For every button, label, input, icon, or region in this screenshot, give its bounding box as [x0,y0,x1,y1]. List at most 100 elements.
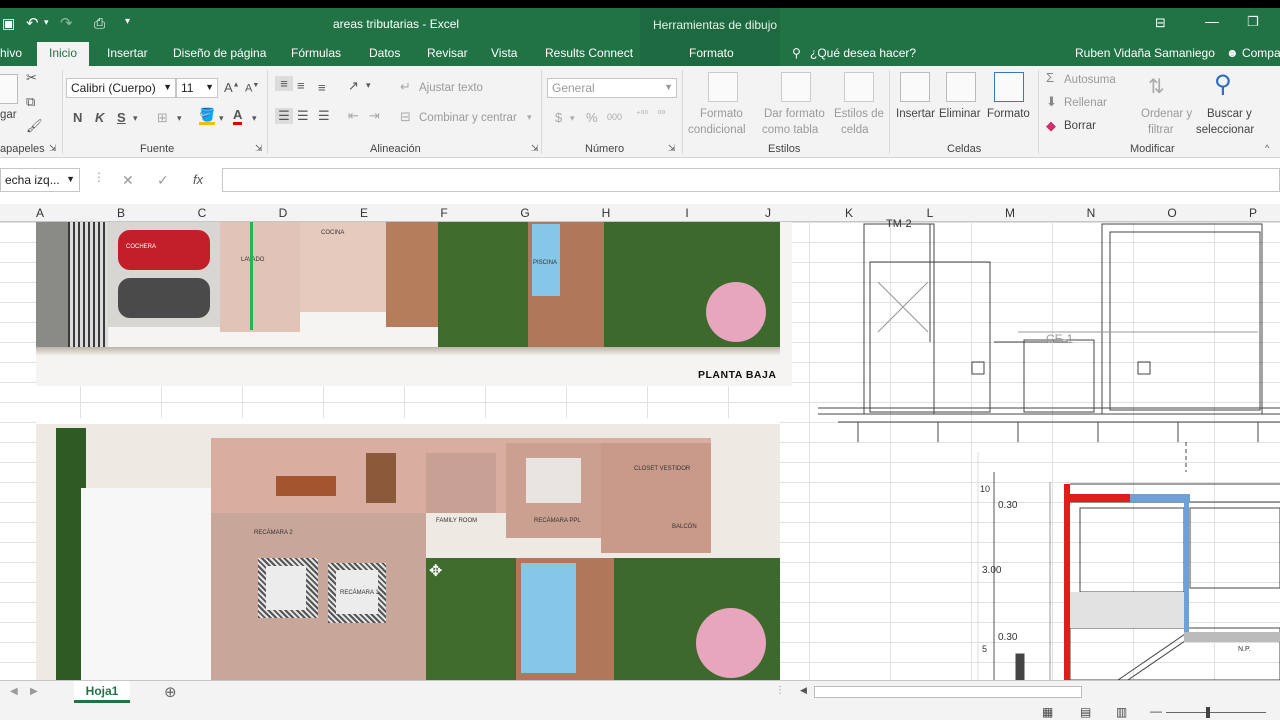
merge-center-button[interactable]: Combinar y centrar [419,112,517,124]
align-center-icon[interactable]: ☰ [297,108,309,124]
format-cells-button[interactable]: Formato [987,108,1030,120]
column-header[interactable]: F [434,206,454,220]
formula-input[interactable] [222,168,1280,192]
page-break-icon[interactable]: ▥ [1116,705,1127,719]
autosum-button[interactable]: Autosuma [1064,74,1116,86]
align-left-icon[interactable]: ☰ [275,108,293,124]
tab-insertar[interactable]: Insertar [107,46,148,60]
cell-styles-label-1[interactable]: Estilos de [834,108,884,120]
autosum-icon[interactable]: Σ [1046,70,1054,85]
find-select-label-2[interactable]: seleccionar [1196,124,1254,136]
shrink-font-icon[interactable]: A▼ [245,82,259,95]
column-header[interactable]: H [596,206,616,220]
tab-vista[interactable]: Vista [491,46,517,60]
italic-button[interactable]: K [95,110,104,125]
selected-line-shape[interactable] [250,222,253,330]
find-select-label-1[interactable]: Buscar y [1207,108,1252,120]
restore-icon[interactable]: ❐ [1247,14,1259,30]
tell-me-search[interactable]: ¿Qué desea hacer? [810,46,916,60]
align-middle-icon[interactable]: ≡ [297,78,305,93]
currency-dropdown-icon[interactable]: ▾ [570,113,575,124]
column-header[interactable]: N [1081,206,1101,220]
undo-icon[interactable]: ↶ [26,14,39,32]
tab-formato[interactable]: Formato [689,46,734,60]
wrap-text-icon[interactable]: ↵ [400,79,411,95]
orientation-dropdown-icon[interactable]: ▾ [366,80,371,91]
redo-icon[interactable]: ↷ [60,14,73,32]
tab-revisar[interactable]: Revisar [427,46,468,60]
print-preview-icon[interactable]: ⎙ [94,15,105,32]
column-header[interactable]: P [1243,206,1263,220]
cad-drawing-image[interactable]: TM-2 CE-1 10 0.30 3.00 0.30 5 N.P. [818,218,1280,681]
sort-filter-icon[interactable]: ⇅ [1148,74,1165,99]
grow-font-icon[interactable]: A▲ [224,80,240,95]
cell-styles-icon[interactable] [844,72,874,102]
increase-decimal-icon[interactable]: ⁺⁰⁰ [636,109,648,120]
user-name[interactable]: Ruben Vidaña Samaniego [1075,46,1215,60]
format-painter-icon[interactable]: 🖌 [26,118,43,134]
fill-button[interactable]: Rellenar [1064,97,1107,109]
conditional-format-label-2[interactable]: condicional [688,124,746,136]
align-bottom-icon[interactable]: ≡ [318,80,326,95]
delete-cells-icon[interactable] [946,72,976,102]
format-as-table-icon[interactable] [781,72,811,102]
tab-datos[interactable]: Datos [369,46,400,60]
clipboard-launcher-icon[interactable]: ⇲ [49,143,57,154]
hscroll-left-icon[interactable]: ◀ [800,685,807,696]
number-launcher-icon[interactable]: ⇲ [668,143,676,154]
format-as-table-label-1[interactable]: Dar formato [764,108,825,120]
font-size-combo[interactable]: 11 ▼ [176,78,218,98]
format-cells-icon[interactable] [994,72,1024,102]
paste-icon[interactable] [0,74,18,104]
borders-dropdown-icon[interactable]: ▾ [177,113,182,124]
zoom-out-icon[interactable]: — [1150,704,1162,718]
insert-cells-icon[interactable] [900,72,930,102]
conditional-format-label-1[interactable]: Formato [700,108,743,120]
tab-results-connect[interactable]: Results Connect [545,46,633,60]
thousands-icon[interactable]: 000 [607,112,622,122]
column-header[interactable]: I [677,206,697,220]
insert-cells-button[interactable]: Insertar [896,108,935,120]
increase-indent-icon[interactable]: ⇥ [369,108,380,124]
align-top-icon[interactable]: ≡ [275,76,293,91]
fill-color-icon[interactable]: 🪣 [199,108,216,125]
floor-plan-upper-image[interactable]: FAMILY ROOM RECÁMARA PPL CLOSET VESTIDOR… [36,418,780,680]
wrap-text-button[interactable]: Ajustar texto [419,82,483,94]
zoom-slider[interactable] [1166,712,1266,713]
tab-inicio[interactable]: Inicio [37,42,90,66]
column-header[interactable]: O [1162,206,1182,220]
column-header[interactable]: E [354,206,374,220]
sort-filter-label-2[interactable]: filtrar [1148,124,1174,136]
orientation-icon[interactable]: ↗ [348,78,359,94]
normal-view-icon[interactable]: ▦ [1042,705,1053,719]
column-header[interactable]: D [273,206,293,220]
tab-split-icon[interactable]: ⋮ [775,685,785,696]
sheet-tab-hoja1[interactable]: Hoja1 [74,681,130,703]
eraser-icon[interactable]: ◆ [1046,118,1056,134]
cut-icon[interactable]: ✂ [26,70,37,86]
save-icon[interactable]: ▣ [2,15,15,32]
column-header[interactable]: B [111,206,131,220]
undo-dropdown-icon[interactable]: ▾ [44,17,49,28]
collapse-ribbon-icon[interactable]: ^ [1265,143,1269,153]
column-header[interactable]: L [920,206,940,220]
ribbon-display-icon[interactable]: ⊟ [1155,15,1166,31]
tab-diseno-pagina[interactable]: Diseño de página [173,46,266,60]
horizontal-scrollbar-thumb[interactable] [814,686,1082,698]
borders-icon[interactable]: ⊞ [157,110,168,126]
column-header[interactable]: K [839,206,859,220]
delete-cells-button[interactable]: Eliminar [939,108,981,120]
currency-icon[interactable]: $ [555,110,562,125]
copy-icon[interactable]: ⧉ [26,94,35,110]
sheet-prev-icon[interactable]: ◀ [10,686,18,697]
fill-icon[interactable]: ⬇ [1046,94,1057,110]
paste-label[interactable]: gar [0,109,17,121]
clear-button[interactable]: Borrar [1064,120,1096,132]
column-header[interactable]: G [515,206,535,220]
column-header[interactable]: A [30,206,50,220]
tab-archivo[interactable]: hivo [0,46,22,60]
cancel-icon[interactable]: ✕ [122,172,134,189]
merge-dropdown-icon[interactable]: ▾ [527,112,532,123]
find-select-icon[interactable]: ⚲ [1214,70,1232,99]
cell-styles-label-2[interactable]: celda [841,124,869,136]
